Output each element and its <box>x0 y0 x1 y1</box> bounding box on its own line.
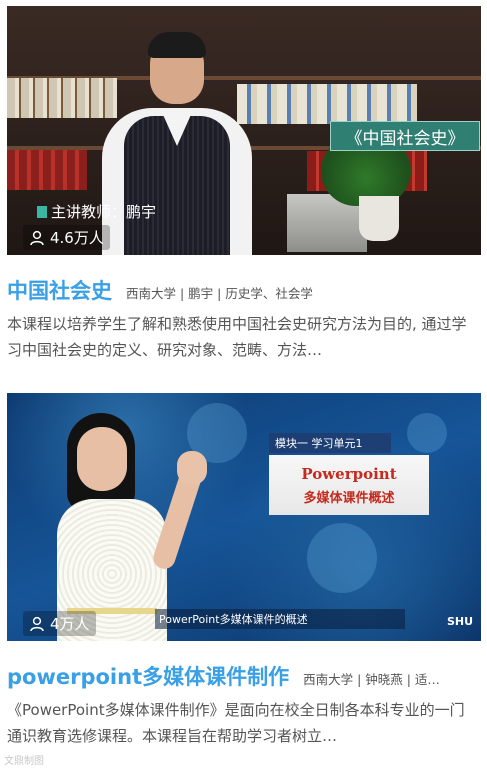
caption-marker <box>37 205 47 218</box>
slide-title-box: Powerpoint 多媒体课件概述 <box>269 455 429 515</box>
person-icon <box>30 616 44 631</box>
watermark: 文鼎制图 <box>4 756 44 767</box>
course-title-row: 中国社会史 西南大学 | 鹏宇 | 历史学、社会学 <box>7 275 481 305</box>
lecturer-figure <box>47 413 217 641</box>
view-count: 4万人 <box>23 611 96 636</box>
course-thumbnail[interactable]: 模块一 学习单元1 Powerpoint 多媒体课件概述 PowerPoint多… <box>7 393 481 641</box>
course-title-row: powerpoint多媒体课件制作 西南大学 | 钟晓燕 | 适… <box>7 661 481 691</box>
video-caption: PowerPoint多媒体课件的概述 <box>155 609 405 629</box>
flower-pot <box>359 196 399 241</box>
course-meta: 西南大学 | 钟晓燕 | 适… <box>303 672 440 687</box>
books <box>7 78 117 118</box>
bokeh <box>407 413 447 453</box>
course-title[interactable]: powerpoint多媒体课件制作 <box>7 661 289 691</box>
lecturer-caption-text: 主讲教师：鹏宇 <box>51 203 157 221</box>
module-header: 模块一 学习单元1 <box>269 433 391 453</box>
course-meta: 西南大学 | 鹏宇 | 历史学、社会学 <box>126 286 313 301</box>
course-description: 《PowerPoint多媒体课件制作》是面向在校全日制各本科专业的一门通识教育选… <box>7 701 465 745</box>
bokeh <box>307 523 377 593</box>
lecture-video-still: 《中国社会史》 主讲教师：鹏宇 <box>7 6 481 255</box>
course-description: 本课程以培养学生了解和熟悉使用中国社会史研究方法为目的, 通过学习中国社会史的定… <box>7 315 467 359</box>
lecture-video-still: 模块一 学习单元1 Powerpoint 多媒体课件概述 PowerPoint多… <box>7 393 481 641</box>
slide-title-line2: 多媒体课件概述 <box>303 490 395 506</box>
course-title-plaque: 《中国社会史》 <box>330 121 480 151</box>
view-count-text: 4.6万人 <box>50 229 104 247</box>
books <box>7 150 87 190</box>
course-title[interactable]: 中国社会史 <box>7 275 112 305</box>
slide-title-line1: Powerpoint <box>301 464 397 483</box>
person-icon <box>30 230 44 245</box>
channel-logo: SHU <box>446 615 473 628</box>
view-count-text: 4万人 <box>50 615 90 633</box>
lecturer-caption: 主讲教师：鹏宇 <box>37 201 156 222</box>
course-thumbnail[interactable]: 《中国社会史》 主讲教师：鹏宇 4.6万人 <box>7 6 481 255</box>
view-count: 4.6万人 <box>23 225 110 250</box>
books <box>237 84 417 124</box>
